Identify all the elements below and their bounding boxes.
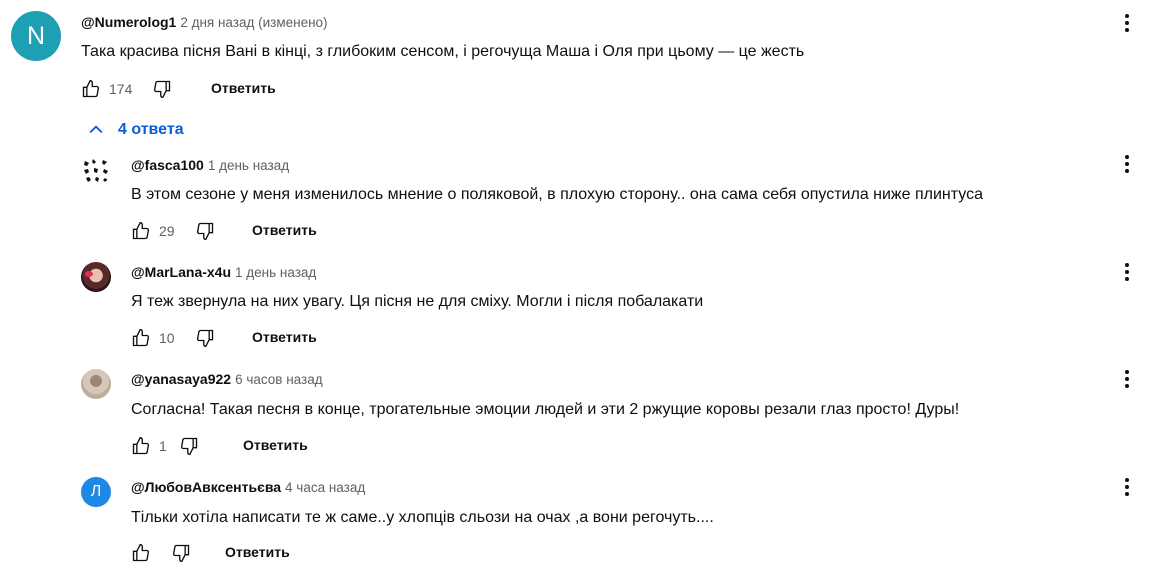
more-vert-icon <box>1125 14 1129 32</box>
author-name[interactable]: @ЛюбовАвксентьєва <box>131 479 281 495</box>
comment-actions: 1 Ответить <box>129 434 308 458</box>
comment-header: @ЛюбовАвксентьєва 4 часа назад <box>131 478 365 497</box>
like-button[interactable] <box>129 434 153 458</box>
chevron-up-icon <box>89 125 103 134</box>
comment-timestamp[interactable]: 6 часов назад <box>235 372 323 387</box>
like-count: 1 <box>159 438 167 454</box>
more-vert-icon <box>1125 263 1129 281</box>
thumbs-up-icon <box>82 79 100 98</box>
comment-header: @Numerolog1 2 дня назад (изменено) <box>81 13 328 32</box>
thumbs-up-icon <box>132 436 150 455</box>
like-count: 174 <box>109 81 133 97</box>
thumbs-down-icon <box>196 329 213 348</box>
replies-toggle-label: 4 ответа <box>118 121 184 138</box>
more-actions-button[interactable] <box>1115 475 1139 499</box>
dislike-button[interactable] <box>150 77 174 101</box>
comment-text: Я теж звернула на них увагу. Ця пісня не… <box>131 293 704 310</box>
comment-actions: 29 Ответить <box>129 219 317 243</box>
thumbs-up-icon <box>132 328 150 347</box>
more-actions-button[interactable] <box>1115 11 1139 35</box>
comment-timestamp[interactable]: 1 день назад <box>235 265 316 280</box>
author-name[interactable]: @yanasaya922 <box>131 371 231 387</box>
author-name[interactable]: @fasca100 <box>131 157 204 173</box>
author-name[interactable]: @Numerolog1 <box>81 14 176 30</box>
dislike-button[interactable] <box>169 541 193 565</box>
butterflies-icon <box>84 159 108 182</box>
dislike-button[interactable] <box>177 434 201 458</box>
like-button[interactable] <box>129 326 153 350</box>
comment-text: В этом сезоне у меня изменилось мнение о… <box>131 186 983 203</box>
reply-button[interactable]: Ответить <box>225 544 290 560</box>
avatar-photo-icon <box>85 271 93 277</box>
more-vert-icon <box>1125 155 1129 173</box>
more-actions-button[interactable] <box>1115 367 1139 391</box>
like-button[interactable] <box>129 541 153 565</box>
thumbs-down-icon <box>154 80 171 99</box>
more-actions-button[interactable] <box>1115 260 1139 284</box>
dislike-button[interactable] <box>193 326 217 350</box>
comment-header: @fasca100 1 день назад <box>131 156 289 175</box>
thumbs-down-icon <box>196 222 213 241</box>
replies-toggle[interactable]: 4 ответа <box>86 120 184 140</box>
reply-button[interactable]: Ответить <box>211 80 276 96</box>
thumbs-down-icon <box>172 544 190 563</box>
comment-text: Така красива пісня Вані в кінці, з глибо… <box>81 43 805 60</box>
comment-actions: Ответить <box>129 541 290 565</box>
thumbs-down-icon <box>180 437 197 456</box>
more-actions-button[interactable] <box>1115 152 1139 176</box>
more-vert-icon <box>1125 370 1129 388</box>
avatar-letter: N <box>26 21 46 50</box>
comment-timestamp[interactable]: 2 дня назад (изменено) <box>180 15 327 30</box>
comment-text: Согласна! Такая песня в конце, трогатель… <box>131 401 960 418</box>
avatar[interactable]: N <box>11 11 61 61</box>
reply-button[interactable]: Ответить <box>252 329 317 345</box>
author-name[interactable]: @MarLana-x4u <box>131 264 231 280</box>
like-count: 10 <box>159 330 175 346</box>
dislike-button[interactable] <box>193 219 217 243</box>
avatar[interactable] <box>81 262 111 292</box>
reply-button[interactable]: Ответить <box>243 437 308 453</box>
like-button[interactable] <box>79 77 103 101</box>
comment-timestamp[interactable]: 4 часа назад <box>285 480 365 495</box>
avatar-letter: Л <box>90 483 102 500</box>
thumbs-up-icon <box>132 221 150 240</box>
avatar[interactable]: Л <box>81 477 111 507</box>
like-button[interactable] <box>129 219 153 243</box>
comment-actions: 10 Ответить <box>129 326 317 350</box>
avatar[interactable] <box>81 369 111 399</box>
more-vert-icon <box>1125 478 1129 496</box>
reply-button[interactable]: Ответить <box>252 222 317 238</box>
comment-timestamp[interactable]: 1 день назад <box>208 158 289 173</box>
like-count: 29 <box>159 223 175 239</box>
comment-header: @yanasaya922 6 часов назад <box>131 370 323 389</box>
thumbs-up-icon <box>132 543 150 562</box>
avatar[interactable] <box>81 155 111 185</box>
comment-header: @MarLana-x4u 1 день назад <box>131 263 316 282</box>
comment-actions: 174 Ответить <box>79 77 276 101</box>
comment-text: Тільки хотіла написати те ж саме..у хлоп… <box>131 509 714 526</box>
